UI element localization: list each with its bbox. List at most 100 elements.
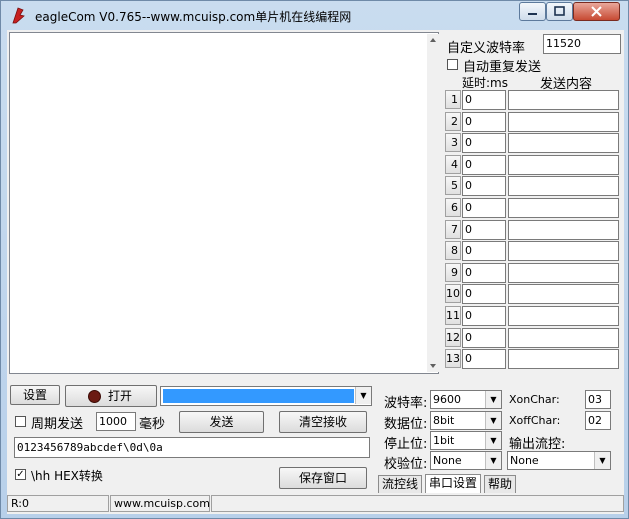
hex-convert-label: \hh HEX转换 [31, 469, 103, 483]
output-flow-label: 输出流控: [509, 437, 566, 452]
row-send-button[interactable]: 3 [445, 133, 461, 152]
row-content-input[interactable] [508, 241, 619, 261]
chevron-down-icon: ▼ [485, 391, 501, 408]
chevron-down-icon: ▼ [594, 452, 610, 469]
data-bits-select[interactable]: 8bit ▼ [430, 411, 502, 430]
close-icon [591, 6, 602, 17]
row-delay-input[interactable]: 0 [462, 349, 506, 369]
xon-input[interactable]: 03 [585, 390, 611, 409]
row-delay-input[interactable]: 0 [462, 112, 506, 132]
hex-convert-checkbox[interactable]: ✓ [15, 469, 26, 480]
row-content-input[interactable] [508, 155, 619, 175]
row-send-button[interactable]: 5 [445, 176, 461, 195]
title-bar: eagleCom V0.765--www.mcuisp.com单片机在线编程网 [1, 1, 628, 29]
open-button[interactable]: 打开 [65, 385, 157, 407]
minimize-button[interactable] [519, 2, 546, 21]
row-delay-input[interactable]: 0 [462, 220, 506, 240]
row-delay-input[interactable]: 0 [462, 133, 506, 153]
tab-help[interactable]: 帮助 [484, 475, 517, 493]
record-icon [88, 390, 101, 403]
row-content-input[interactable] [508, 220, 619, 240]
row-content-input[interactable] [508, 284, 619, 304]
row-content-input[interactable] [508, 306, 619, 326]
eagle-logo-icon [12, 7, 25, 24]
window-title: eagleCom V0.765--www.mcuisp.com单片机在线编程网 [35, 10, 352, 24]
chevron-down-icon: ▼ [485, 432, 501, 449]
row-content-input[interactable] [508, 176, 619, 196]
periodic-send-label: 周期发送 [31, 417, 84, 432]
data-bits-label: 数据位: [384, 417, 428, 432]
row-delay-input[interactable]: 0 [462, 328, 506, 348]
port-selected-value [163, 389, 354, 403]
xoff-label: XoffChar: [509, 414, 561, 427]
settings-button[interactable]: 设置 [10, 385, 60, 405]
output-flow-value: None [510, 454, 539, 467]
receive-scrollbar[interactable] [427, 34, 439, 372]
maximize-button[interactable] [546, 2, 573, 21]
row-content-input[interactable] [508, 90, 619, 110]
row-send-button[interactable]: 8 [445, 241, 461, 260]
periodic-send-checkbox[interactable] [15, 416, 26, 427]
row-send-button[interactable]: 11 [445, 306, 461, 325]
stop-bits-label: 停止位: [384, 437, 428, 452]
send-button[interactable]: 发送 [179, 411, 264, 433]
row-send-button[interactable]: 10 [445, 284, 461, 303]
maximize-icon [554, 6, 565, 16]
ms-label: 毫秒 [139, 417, 166, 432]
row-delay-input[interactable]: 0 [462, 198, 506, 218]
auto-resend-label: 自动重复发送 [463, 60, 542, 75]
row-send-button[interactable]: 9 [445, 263, 461, 282]
row-delay-input[interactable]: 0 [462, 263, 506, 283]
xon-label: XonChar: [509, 393, 560, 406]
xoff-input[interactable]: 02 [585, 411, 611, 430]
row-content-input[interactable] [508, 263, 619, 283]
row-send-button[interactable]: 4 [445, 155, 461, 174]
row-send-button[interactable]: 1 [445, 90, 461, 109]
clear-receive-button[interactable]: 清空接收 [279, 411, 367, 433]
custom-baud-input[interactable]: 11520 [543, 34, 621, 54]
status-rx-count: R:0 [7, 495, 109, 512]
row-content-input[interactable] [508, 133, 619, 153]
parity-label: 校验位: [384, 457, 428, 472]
parity-select[interactable]: None ▼ [430, 451, 502, 470]
row-content-input[interactable] [508, 198, 619, 218]
send-text-input[interactable]: 0123456789abcdef\0d\0a [14, 437, 370, 458]
minimize-icon [528, 13, 537, 15]
status-website: www.mcuisp.com [110, 495, 210, 512]
row-delay-input[interactable]: 0 [462, 90, 506, 110]
tab-flow-line[interactable]: 流控线 [378, 475, 423, 493]
baud-label: 波特率: [384, 396, 428, 411]
save-window-button[interactable]: 保存窗口 [279, 467, 367, 489]
stop-bits-value: 1bit [433, 434, 455, 447]
row-delay-input[interactable]: 0 [462, 176, 506, 196]
custom-baud-label: 自定义波特率 [447, 41, 526, 56]
row-content-input[interactable] [508, 349, 619, 369]
chevron-down-icon: ▼ [355, 387, 371, 404]
row-delay-input[interactable]: 0 [462, 155, 506, 175]
output-flow-select[interactable]: None ▼ [507, 451, 611, 470]
row-delay-input[interactable]: 0 [462, 306, 506, 326]
chevron-down-icon: ▼ [485, 412, 501, 429]
row-delay-input[interactable]: 0 [462, 241, 506, 261]
row-send-button[interactable]: 12 [445, 328, 461, 347]
open-button-label: 打开 [107, 389, 132, 403]
parity-value: None [433, 454, 462, 467]
port-select[interactable]: ▼ [160, 386, 372, 406]
row-send-button[interactable]: 7 [445, 220, 461, 239]
baud-select[interactable]: 9600 ▼ [430, 390, 502, 409]
row-send-button[interactable]: 2 [445, 112, 461, 131]
auto-resend-checkbox[interactable] [447, 59, 458, 70]
stop-bits-select[interactable]: 1bit ▼ [430, 431, 502, 450]
row-send-button[interactable]: 13 [445, 349, 461, 368]
chevron-down-icon: ▼ [485, 452, 501, 469]
close-button[interactable] [573, 2, 620, 21]
row-content-input[interactable] [508, 328, 619, 348]
row-delay-input[interactable]: 0 [462, 284, 506, 304]
client-area: 自定义波特率 11520 自动重复发送 延时:ms 发送内容 102030405… [7, 30, 624, 514]
row-send-button[interactable]: 6 [445, 198, 461, 217]
row-content-input[interactable] [508, 112, 619, 132]
app-window: eagleCom V0.765--www.mcuisp.com单片机在线编程网 … [0, 0, 629, 519]
period-input[interactable]: 1000 [96, 412, 136, 431]
receive-textarea[interactable] [9, 32, 439, 374]
tab-serial-settings[interactable]: 串口设置 [425, 474, 482, 493]
